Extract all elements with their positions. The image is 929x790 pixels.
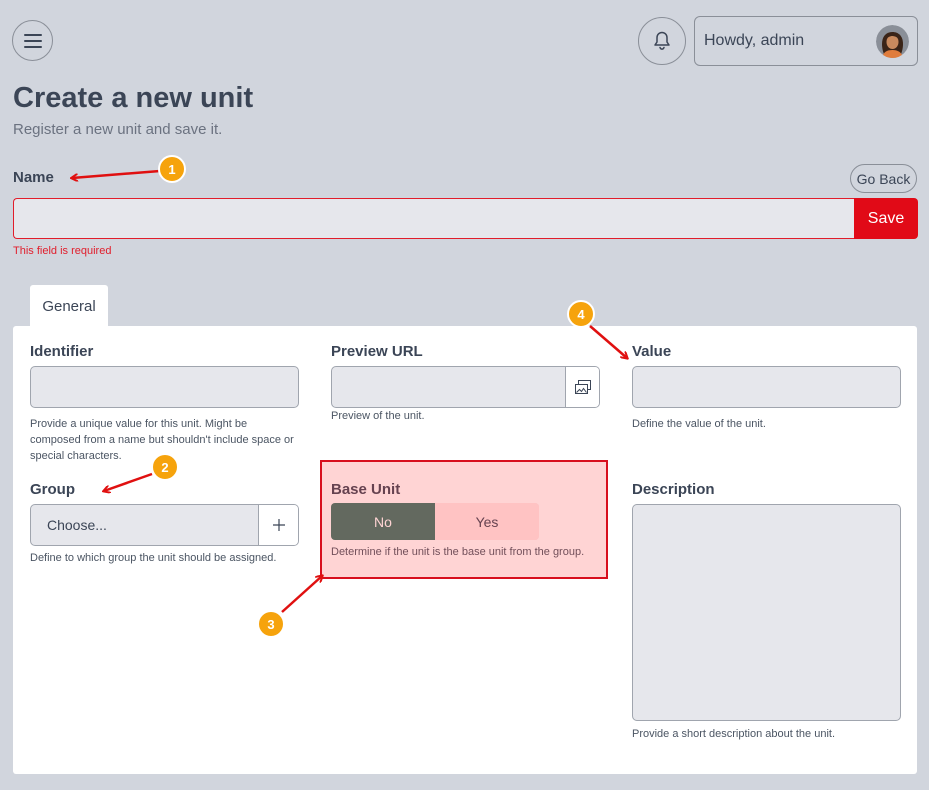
annotation-badge-3: 3 (257, 610, 285, 638)
annotation-badge-1: 1 (158, 155, 186, 183)
page-title: Create a new unit (13, 82, 254, 114)
preview-url-label: Preview URL (331, 343, 423, 360)
preview-url-field (331, 366, 600, 408)
hamburger-icon (23, 33, 42, 48)
group-field: Choose... (30, 504, 299, 546)
name-error-message: This field is required (13, 245, 112, 257)
plus-icon (272, 519, 285, 531)
image-preview-icon (574, 380, 591, 394)
preview-url-input[interactable] (332, 367, 565, 407)
page-subtitle: Register a new unit and save it. (13, 121, 223, 138)
bell-icon (654, 31, 670, 50)
value-label: Value (632, 343, 672, 360)
value-help: Define the value of the unit. (632, 418, 766, 430)
annotation-badge-4: 4 (567, 300, 595, 328)
description-label: Description (632, 481, 715, 498)
annotation-highlight-box (320, 460, 608, 579)
name-label: Name (13, 169, 54, 186)
menu-button[interactable] (12, 20, 53, 61)
annotation-arrow-1 (72, 169, 161, 178)
identifier-input[interactable] (30, 366, 299, 408)
user-menu[interactable]: Howdy, admin (694, 16, 918, 66)
save-button[interactable]: Save (854, 198, 918, 239)
preview-url-help: Preview of the unit. (331, 410, 425, 422)
group-select[interactable]: Choose... (31, 505, 258, 545)
user-greeting: Howdy, admin (704, 32, 805, 49)
avatar (876, 24, 909, 58)
group-help: Define to which group the unit should be… (30, 552, 277, 564)
name-input[interactable] (13, 198, 855, 239)
go-back-button[interactable]: Go Back (850, 164, 917, 193)
identifier-label: Identifier (30, 343, 94, 360)
description-help: Provide a short description about the un… (632, 728, 836, 740)
group-label: Group (30, 481, 75, 498)
description-textarea[interactable] (632, 504, 901, 721)
value-input[interactable] (632, 366, 901, 408)
notifications-button[interactable] (638, 17, 686, 65)
add-group-button[interactable] (258, 505, 298, 545)
annotation-badge-2: 2 (151, 453, 179, 481)
preview-image-button[interactable] (565, 367, 599, 407)
tab-general[interactable]: General (30, 285, 108, 327)
